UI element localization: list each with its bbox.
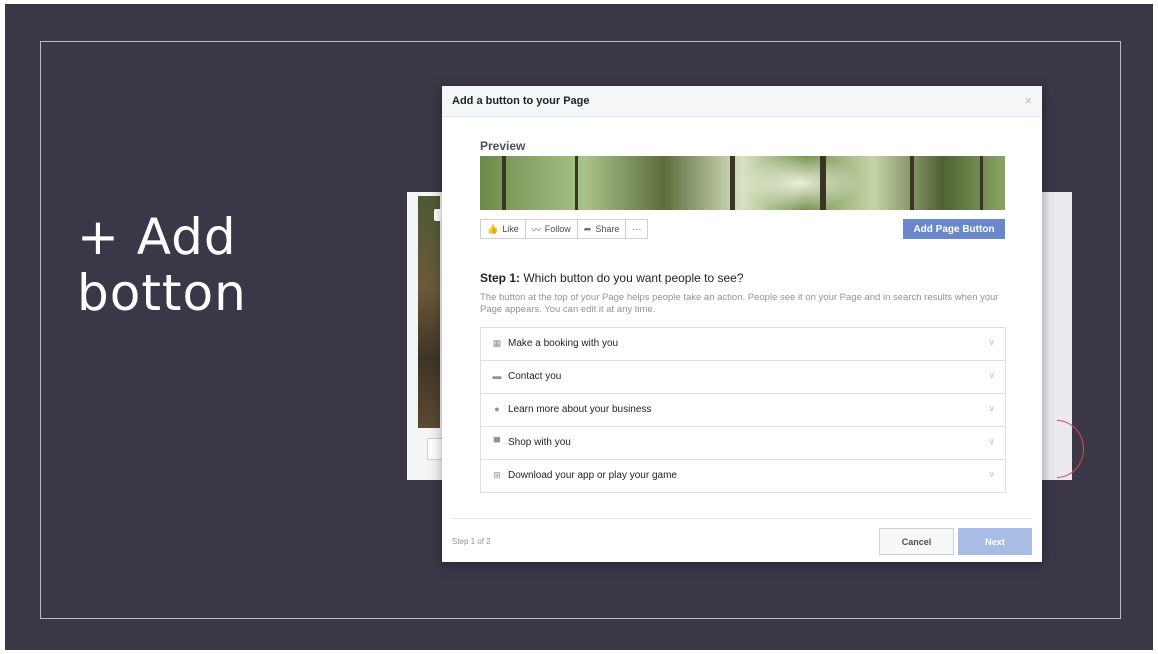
option-download[interactable]: ⊞ Download your app or play your game ∨ — [481, 460, 1005, 492]
step-question: Which button do you want people to see? — [523, 271, 744, 285]
option-learn-more[interactable]: ● Learn more about your business ∨ — [481, 394, 1005, 427]
share-icon: ➦ — [583, 223, 592, 234]
preview-follow-label: Follow — [544, 224, 571, 234]
step-prefix: Step 1: — [480, 271, 521, 285]
cover-tree-trunk — [820, 156, 826, 210]
preview-cover-photo — [480, 156, 1005, 210]
cover-tree-trunk — [575, 156, 578, 210]
preview-label: Preview — [480, 139, 526, 153]
option-label: Contact you — [508, 371, 562, 382]
chevron-down-icon: ∨ — [988, 403, 995, 413]
cover-tree-trunk — [910, 156, 914, 210]
slide-title-line-1: + Add — [77, 208, 237, 266]
dialog-header: Add a button to your Page × — [442, 86, 1042, 117]
cover-tree-trunk — [502, 156, 506, 210]
option-label: Make a booking with you — [508, 338, 619, 349]
message-icon: ▬ — [492, 371, 502, 381]
option-shop[interactable]: ▀ Shop with you ∨ — [481, 427, 1005, 460]
shopping-bag-icon: ▀ — [493, 437, 501, 447]
download-icon: ⊞ — [493, 470, 501, 480]
add-page-button[interactable]: Add Page Button — [903, 219, 1005, 239]
option-label: Learn more about your business — [508, 404, 652, 415]
footer-divider — [452, 518, 1032, 519]
background-page-button — [427, 438, 443, 460]
follow-icon: 〰 — [531, 224, 541, 235]
chevron-down-icon: ∨ — [988, 436, 995, 446]
dialog-title: Add a button to your Page — [452, 95, 590, 107]
preview-like-button[interactable]: 👍 Like — [480, 219, 526, 239]
option-contact[interactable]: ▬ Contact you ∨ — [481, 361, 1005, 394]
slide-title-line-2: botton — [77, 264, 247, 322]
preview-share-button[interactable]: ➦ Share — [576, 219, 627, 239]
button-options-list: ▦ Make a booking with you ∨ ▬ Contact yo… — [480, 327, 1006, 493]
step-heading: Step 1: Which button do you want people … — [480, 271, 744, 285]
cover-tree-trunk — [980, 156, 983, 210]
close-icon[interactable]: × — [1024, 93, 1032, 108]
add-button-dialog: Add a button to your Page × Preview 👍 Li… — [442, 86, 1042, 562]
cover-tree-trunk — [730, 156, 735, 210]
calendar-icon: ▦ — [492, 338, 502, 348]
option-booking[interactable]: ▦ Make a booking with you ∨ — [481, 328, 1005, 361]
preview-share-label: Share — [595, 224, 620, 234]
next-button[interactable]: Next — [958, 528, 1032, 555]
option-label: Shop with you — [508, 437, 571, 448]
slide-title: + Add botton — [77, 209, 377, 321]
option-label: Download your app or play your game — [508, 470, 677, 481]
step-count: Step 1 of 2 — [452, 537, 491, 546]
background-cover-photo — [418, 196, 440, 428]
like-icon: 👍 — [487, 223, 499, 234]
chevron-down-icon: ∨ — [988, 469, 995, 479]
chevron-down-icon: ∨ — [988, 370, 995, 380]
step-description: The button at the top of your Page helps… — [480, 292, 999, 315]
preview-follow-button[interactable]: 〰 Follow — [524, 219, 578, 239]
preview-action-bar: 👍 Like 〰 Follow ➦ Share ··· — [480, 219, 649, 239]
preview-more-button[interactable]: ··· — [625, 219, 649, 239]
cover-light-glow — [740, 156, 860, 210]
chevron-down-icon: ∨ — [988, 337, 995, 347]
cancel-button[interactable]: Cancel — [879, 528, 954, 555]
preview-like-label: Like — [502, 224, 519, 234]
info-icon: ● — [494, 404, 500, 414]
more-icon: ··· — [632, 224, 642, 234]
